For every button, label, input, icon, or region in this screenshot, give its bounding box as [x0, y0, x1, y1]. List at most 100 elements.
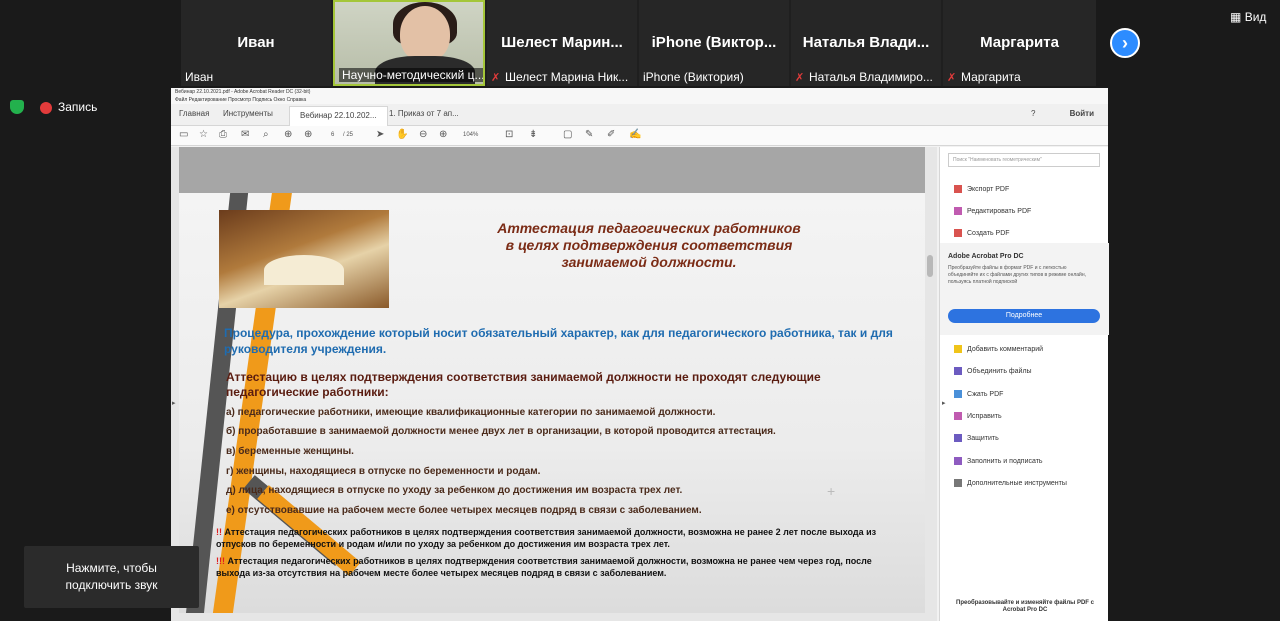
scroll-mode-icon[interactable]: ⇟: [529, 129, 537, 140]
note-text: Аттестация педагогических работников в ц…: [216, 527, 877, 549]
exclamation-mark: !!: [216, 527, 222, 537]
fix-icon: [954, 412, 962, 420]
participant-label: iPhone (Виктория): [643, 70, 744, 84]
tool-fill-sign[interactable]: Заполнить и подписать: [954, 457, 1043, 465]
tool-create-pdf[interactable]: Создать PDF: [954, 229, 1010, 237]
toolbar: ▭ ☆ ⎙ ✉ ⌕ ⊕ ⊕ 6 / 25 ➤ ✋ ⊖ ⊕ 104% ⊡ ⇟ ▢ …: [171, 126, 1108, 146]
comment-icon: [954, 345, 962, 353]
tab-order-doc[interactable]: 1. Приказ от 7 ап...: [389, 109, 459, 118]
tool-edit-pdf[interactable]: Редактировать PDF: [954, 207, 1031, 215]
tooltip-line: Нажмите, чтобы: [66, 561, 157, 575]
collapse-left-icon[interactable]: ▸: [172, 399, 176, 407]
tab-webinar-doc[interactable]: Вебинар 22.10.202...: [289, 106, 388, 126]
security-shield-icon[interactable]: [10, 100, 24, 114]
bookmark-star-icon[interactable]: ☆: [199, 129, 208, 140]
tool-compress-pdf[interactable]: Сжать PDF: [954, 390, 1003, 398]
acrobat-pro-promo: Adobe Acrobat Pro DC Преобразуйте файлы …: [940, 243, 1109, 335]
select-cursor-icon[interactable]: ➤: [376, 129, 384, 140]
tool-label: Добавить комментарий: [967, 345, 1044, 353]
signin-button[interactable]: Войти: [1070, 109, 1094, 118]
note-text: Аттестация педагогических работников в ц…: [216, 556, 872, 578]
unmute-audio-tooltip[interactable]: Нажмите, чтобы подключить звук: [24, 546, 199, 608]
participant-label: Научно-методический ц...: [339, 68, 483, 82]
export-pdf-icon: [954, 185, 962, 193]
list-item: г) женщины, находящиеся в отпуске по бер…: [226, 466, 541, 477]
promo-title: Adobe Acrobat Pro DC: [948, 253, 1024, 260]
participant-face: [400, 6, 450, 62]
tools-search-input[interactable]: Поиск "Наименовать геометрическим": [948, 153, 1100, 167]
zoom-out-icon[interactable]: ⊖: [419, 129, 427, 140]
tool-protect[interactable]: Защитить: [954, 434, 999, 442]
participant-name-big: iPhone (Виктор...: [651, 34, 777, 51]
title-line: Аттестация педагогических работников: [497, 220, 801, 236]
view-button[interactable]: ▦ Вид: [1230, 10, 1266, 24]
comment-icon[interactable]: ▢: [563, 129, 572, 140]
exclamation-mark: !!!: [216, 556, 225, 566]
hand-icon[interactable]: ✋: [396, 129, 408, 140]
zoom-in-icon[interactable]: ⊕: [439, 129, 447, 140]
list-item: е) отсутствовавшие на рабочем месте боле…: [226, 505, 702, 516]
page-number-input[interactable]: 6: [331, 132, 334, 138]
grid-icon: ▦: [1230, 10, 1242, 24]
participant-tile[interactable]: Наталья Влади... ✗ Наталья Владимиро...: [791, 0, 941, 86]
participant-label: Маргарита: [961, 70, 1021, 84]
tool-export-pdf[interactable]: Экспорт PDF: [954, 185, 1009, 193]
tool-label: Исправить: [967, 412, 1002, 420]
tools-panel: ▸ Поиск "Наименовать геометрическим" Экс…: [939, 147, 1109, 621]
tab-home[interactable]: Главная: [179, 109, 209, 118]
highlight-icon[interactable]: ✐: [607, 129, 615, 140]
participant-label: Наталья Владимиро...: [809, 70, 933, 84]
zoom-select[interactable]: 104%: [463, 132, 478, 138]
search-icon[interactable]: ⌕: [263, 129, 269, 140]
edit-pdf-icon: [954, 207, 962, 215]
recording-indicator[interactable]: Запись: [40, 100, 97, 114]
list-item: б) проработавшие в занимаемой должности …: [226, 426, 776, 437]
book-image: [219, 210, 389, 308]
participant-tile[interactable]: iPhone (Виктор... iPhone (Виктория): [639, 0, 789, 86]
compress-icon: [954, 390, 962, 398]
prev-page-icon[interactable]: ⊕: [284, 129, 292, 140]
title-line: занимаемой должности.: [561, 254, 737, 270]
tool-fix[interactable]: Исправить: [954, 412, 1002, 420]
crosshair-cursor-icon: +: [827, 483, 836, 499]
participant-strip: Иван Иван Научно-методический ц... Шелес…: [181, 0, 1096, 86]
participant-tile[interactable]: Иван Иван: [181, 0, 331, 86]
next-participants-button[interactable]: ›: [1110, 28, 1140, 58]
tool-label: Дополнительные инструменты: [967, 479, 1067, 487]
collapse-right-icon[interactable]: ▸: [942, 399, 946, 407]
page-total: / 25: [343, 132, 354, 138]
participant-tile[interactable]: Шелест Марин... ✗ Шелест Марина Ник...: [487, 0, 637, 86]
create-pdf-icon: [954, 229, 962, 237]
list-item: д) лица, находящиеся в отпуске по уходу …: [226, 485, 683, 496]
tool-add-comment[interactable]: Добавить комментарий: [954, 345, 1043, 353]
title-line: в целях подтверждения соответствия: [505, 237, 793, 253]
participant-tile[interactable]: Маргарита ✗ Маргарита: [943, 0, 1096, 86]
print-icon[interactable]: ⎙: [219, 129, 227, 140]
tool-more-tools[interactable]: Дополнительные инструменты: [954, 479, 1067, 487]
tab-tools[interactable]: Инструменты: [223, 109, 273, 118]
participant-video-tile[interactable]: Научно-методический ц...: [333, 0, 485, 86]
tool-combine-files[interactable]: Объединить файлы: [954, 367, 1032, 375]
recording-label: Запись: [58, 100, 98, 114]
tab-bar: Главная Инструменты Вебинар 22.10.202...…: [171, 104, 1108, 126]
exemption-heading: Аттестацию в целях подтверждения соответ…: [226, 370, 821, 399]
fit-page-icon[interactable]: ⊡: [505, 129, 513, 140]
mic-muted-icon: ✗: [795, 72, 805, 84]
view-label: Вид: [1244, 10, 1267, 24]
pen-icon[interactable]: ✎: [585, 129, 593, 140]
fill-sign-icon: [954, 457, 962, 465]
menu-bar[interactable]: Файл Редактирование Просмотр Подпись Окн…: [171, 96, 1108, 104]
shared-screen-window: Вебинар 22.10.2021.pdf - Adobe Acrobat R…: [171, 88, 1109, 621]
document-title: Аттестация педагогических работников в ц…: [479, 220, 819, 271]
scroll-thumb[interactable]: [927, 255, 933, 277]
save-icon[interactable]: ▭: [179, 129, 188, 140]
help-icon[interactable]: ?: [1031, 109, 1035, 118]
document-area: ▸ Аттестация педагогических работников в…: [171, 147, 937, 621]
vertical-scrollbar[interactable]: [925, 147, 935, 613]
tool-label: Сжать PDF: [967, 390, 1004, 398]
sign-icon[interactable]: ✍: [629, 129, 641, 140]
next-page-icon[interactable]: ⊕: [304, 129, 312, 140]
promo-details-button[interactable]: Подробнее: [948, 309, 1100, 323]
mail-icon[interactable]: ✉: [241, 129, 249, 140]
participant-name-big: Шелест Марин...: [501, 34, 623, 51]
